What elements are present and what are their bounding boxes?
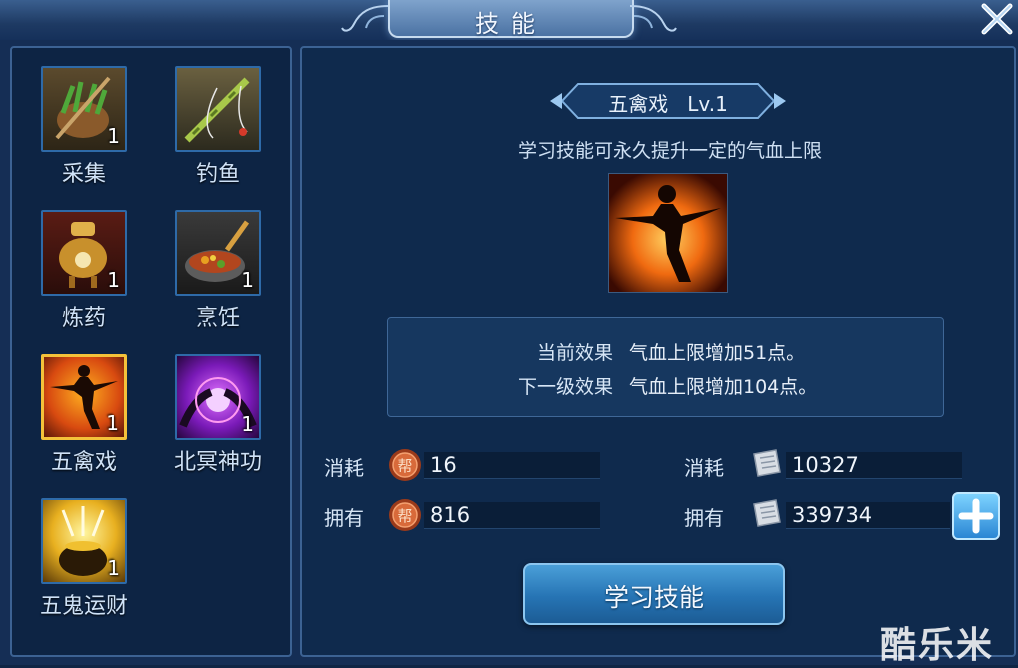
skill-name-text: 五禽戏 — [608, 92, 669, 116]
skill-name: 五禽戏 Lv.1 — [548, 88, 788, 117]
skill-level: 1 — [241, 268, 254, 292]
martial-pose-large-icon — [608, 173, 728, 293]
skill-level: 1 — [106, 411, 119, 435]
skill-slot-wugui[interactable]: 1 五鬼运财 — [24, 498, 144, 620]
martial-pose-icon: 1 — [41, 354, 127, 440]
skill-name-level: Lv.1 — [687, 92, 728, 116]
skill-label: 采集 — [61, 162, 106, 187]
skill-slot-wuqinxi[interactable]: 1 五禽戏 — [24, 354, 144, 476]
purple-energy-icon: 1 — [175, 354, 261, 440]
guild-cost-bar: 16 — [424, 452, 600, 479]
guild-owned-label: 拥有 — [324, 506, 364, 530]
skill-label: 炼药 — [61, 306, 106, 331]
silver-ticket-icon — [753, 499, 781, 527]
guild-coin-icon: 帮 — [389, 449, 421, 481]
skill-label: 五禽戏 — [50, 450, 117, 475]
watermark-logo: 酷乐米 — [880, 625, 995, 666]
guild-coin-glyph: 帮 — [397, 457, 412, 475]
skill-description: 学习技能可永久提升一定的气血上限 — [517, 140, 822, 162]
silver-owned-value: 339734 — [792, 503, 873, 527]
guild-coin-glyph: 帮 — [397, 507, 412, 525]
add-silver-button[interactable] — [952, 492, 1000, 540]
skill-slot-beiming[interactable]: 1 北冥神功 — [158, 354, 278, 476]
effects-box: 当前效果 气血上限增加51点。 下一级效果 气血上限增加104点。 — [387, 317, 944, 417]
title-plate: 技能 — [388, 0, 634, 38]
skill-level: 1 — [107, 268, 120, 292]
guild-cost-label: 消耗 — [324, 456, 364, 480]
cooking-wok-icon: 1 — [175, 210, 261, 296]
silver-cost-value: 10327 — [792, 453, 859, 477]
skill-slot-alchemy[interactable]: 1 炼药 — [24, 210, 144, 332]
close-button[interactable] — [976, 0, 1018, 40]
page-title: 技能 — [475, 10, 547, 38]
alchemy-furnace-icon: 1 — [41, 210, 127, 296]
title-ornament-right-icon — [629, 5, 677, 32]
silver-cost-bar: 10327 — [786, 452, 962, 479]
guild-owned-value: 816 — [430, 503, 471, 527]
plus-icon — [958, 498, 994, 534]
current-effect-label: 当前效果 — [536, 342, 613, 364]
title-bar: 技能 — [0, 0, 1018, 42]
skill-level: 1 — [107, 124, 120, 148]
guild-coin-icon: 帮 — [389, 499, 421, 531]
silver-cost-label: 消耗 — [684, 456, 724, 480]
skill-label: 五鬼运财 — [39, 594, 128, 619]
skill-label: 钓鱼 — [195, 162, 240, 187]
next-effect-label: 下一级效果 — [517, 376, 613, 398]
skill-level: 1 — [241, 412, 254, 436]
close-icon — [981, 3, 1013, 35]
skill-slot-gathering[interactable]: 1 采集 — [24, 66, 144, 188]
treasure-pot-icon: 1 — [41, 498, 127, 584]
fishing-rod-icon — [175, 66, 261, 152]
skill-list-panel: 1 采集 钓鱼 1 炼药 1 烹饪 1 五禽戏 1 北冥神功 1 五鬼运财 — [10, 46, 292, 657]
silver-ticket-icon — [753, 449, 781, 477]
guild-cost-value: 16 — [430, 453, 457, 477]
gathering-basket-icon: 1 — [41, 66, 127, 152]
silver-owned-bar: 339734 — [786, 502, 950, 529]
silver-owned-label: 拥有 — [684, 506, 724, 530]
skill-label: 北冥神功 — [173, 450, 262, 475]
skill-slot-cooking[interactable]: 1 烹饪 — [158, 210, 278, 332]
title-ornament-left-icon — [341, 5, 389, 32]
next-effect-value: 气血上限增加104点。 — [629, 376, 818, 398]
learn-skill-button[interactable]: 学习技能 — [523, 563, 785, 625]
current-effect-value: 气血上限增加51点。 — [629, 342, 806, 364]
learn-skill-button-label: 学习技能 — [603, 583, 704, 612]
skill-slot-fishing[interactable]: 钓鱼 — [158, 66, 278, 188]
skill-label: 烹饪 — [195, 306, 240, 331]
skill-name-banner: 五禽戏 Lv.1 — [548, 80, 788, 122]
skill-level: 1 — [107, 556, 120, 580]
guild-owned-bar: 816 — [424, 502, 600, 529]
